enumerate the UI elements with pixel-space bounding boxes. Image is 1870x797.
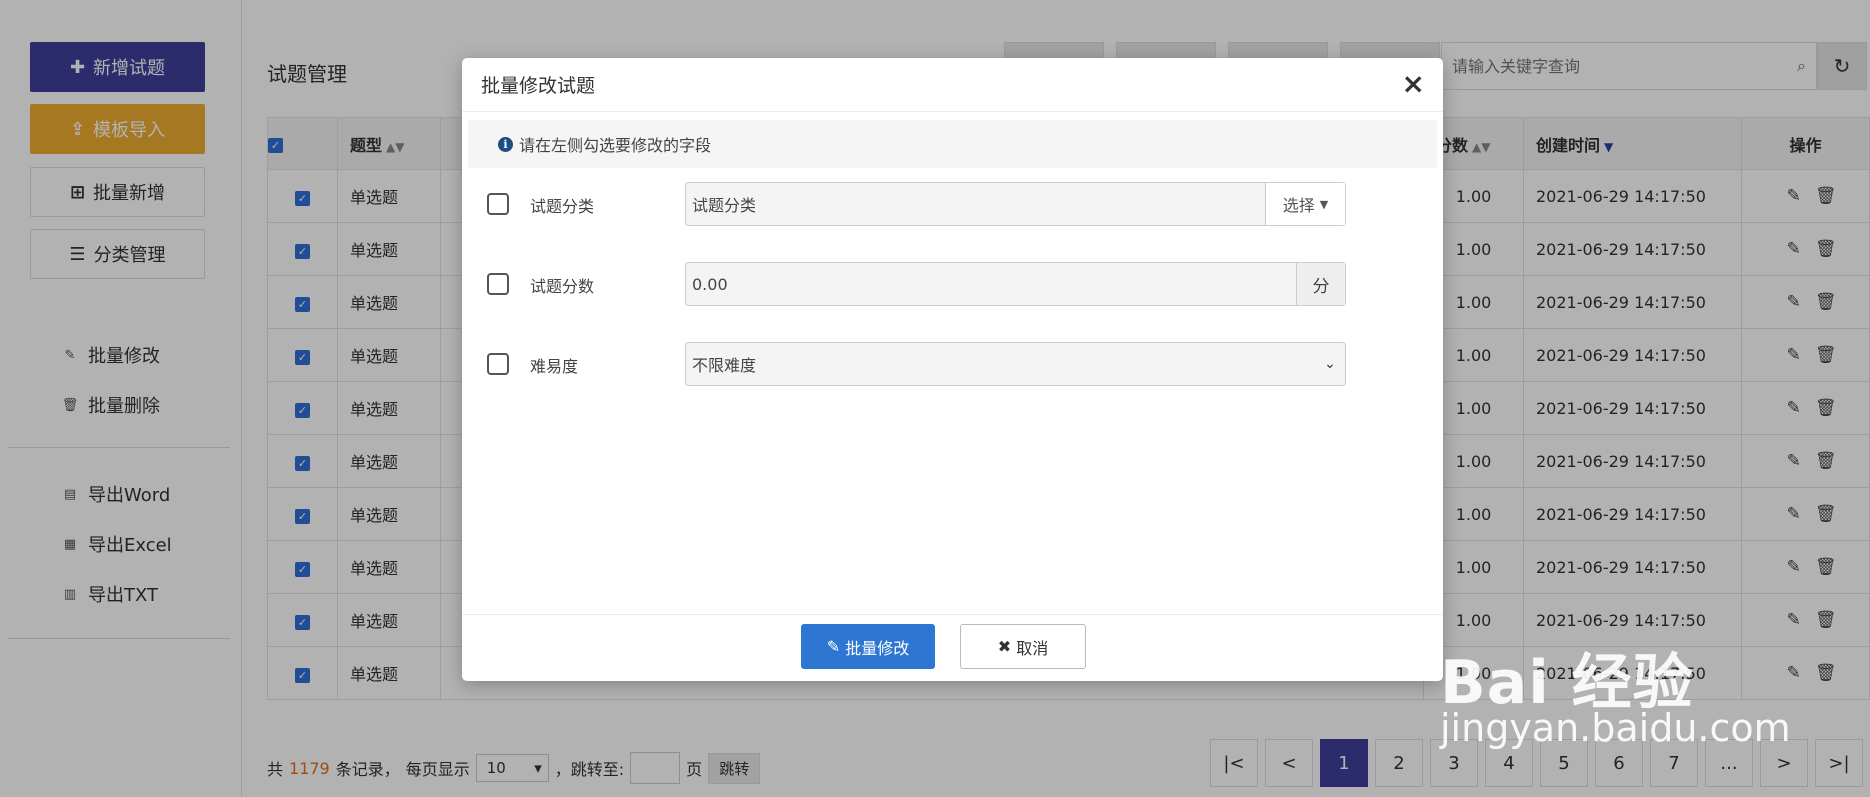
score-label: 试题分数: [530, 277, 595, 296]
difficulty-value: 不限难度: [692, 356, 757, 375]
category-select-button[interactable]: 选择 ▼: [1265, 183, 1345, 225]
modal-footer-divider: [462, 614, 1443, 615]
chevron-down-icon: ⌄: [1324, 356, 1336, 372]
pencil-icon: ✎: [826, 637, 841, 656]
score-input-group: 0.00 分: [685, 262, 1346, 306]
caret-down-icon: ▼: [1319, 197, 1329, 211]
tip-text: 请在左侧勾选要修改的字段: [519, 136, 712, 155]
baidu-watermark: Bai 经验 jingyan.baidu.com: [1430, 628, 1860, 768]
category-label: 试题分类: [530, 197, 595, 216]
close-icon[interactable]: ×: [1402, 67, 1425, 100]
batch-edit-submit-button[interactable]: ✎ 批量修改: [801, 624, 935, 669]
watermark-site: jingyan.baidu.com: [1440, 706, 1791, 750]
score-unit: 分: [1296, 263, 1345, 305]
difficulty-select[interactable]: 不限难度 ⌄: [685, 342, 1346, 386]
field-row-category: 试题分类 试题分类 选择 ▼: [462, 182, 1443, 226]
difficulty-label: 难易度: [530, 357, 579, 376]
info-icon: i: [498, 136, 513, 152]
cancel-button[interactable]: ✖ 取消: [960, 624, 1086, 669]
difficulty-checkbox[interactable]: [487, 353, 509, 375]
category-field[interactable]: 试题分类: [686, 183, 1265, 225]
field-row-difficulty: 难易度 不限难度 ⌄: [462, 342, 1443, 386]
field-row-score: 试题分数 0.00 分: [462, 262, 1443, 306]
modal-title: 批量修改试题: [481, 75, 596, 97]
score-field[interactable]: 0.00: [686, 263, 1296, 305]
modal-header: 批量修改试题 ×: [462, 58, 1443, 112]
category-input-group: 试题分类 选择 ▼: [685, 182, 1346, 226]
times-icon: ✖: [997, 637, 1012, 656]
category-checkbox[interactable]: [487, 193, 509, 215]
score-checkbox[interactable]: [487, 273, 509, 295]
batch-edit-modal: 批量修改试题 × i 请在左侧勾选要修改的字段 试题分类 试题分类 选择 ▼ 试…: [462, 58, 1443, 681]
modal-tip: i 请在左侧勾选要修改的字段: [468, 120, 1437, 168]
